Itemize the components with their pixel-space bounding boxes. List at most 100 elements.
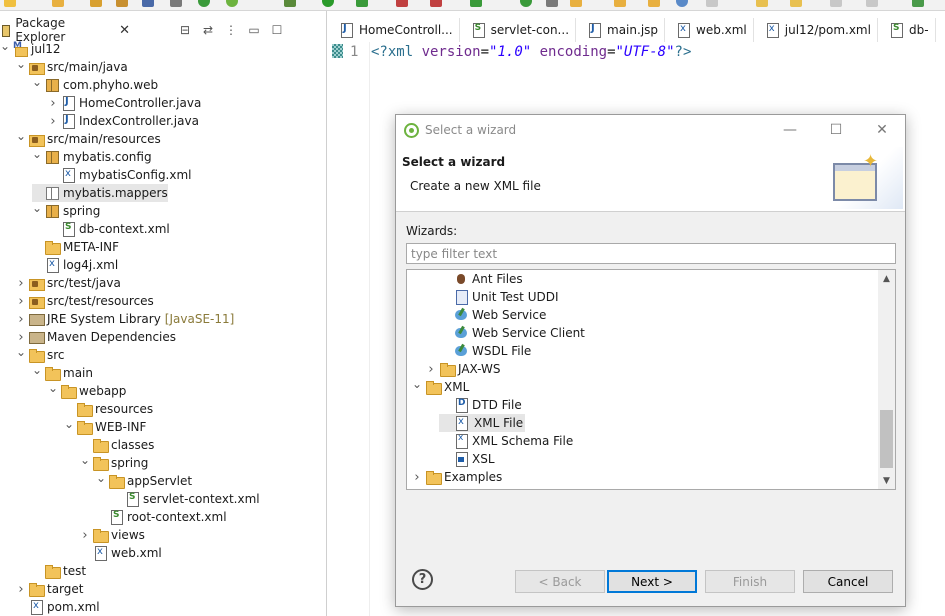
project-tree-item[interactable]: › target [16,580,84,598]
toolbar-icon[interactable] [226,0,238,7]
wizard-tree-item[interactable]: Unit Test UDDI [439,288,559,306]
back-button[interactable]: < Back [515,570,605,593]
project-tree-item[interactable]: ⌄ com.phyho.web [32,73,158,94]
chevron-down-icon[interactable]: ⌄ [96,469,106,487]
project-tree-item[interactable]: ⌄ main [32,363,93,382]
close-icon[interactable]: ✕ [119,23,130,38]
scrollbar-thumb[interactable] [880,410,893,468]
wizard-tree-item[interactable]: ⌄ XML [411,375,469,396]
chevron-down-icon[interactable]: ⌄ [16,55,26,73]
project-tree-item[interactable]: › HomeController.java [48,94,201,112]
toolbar-icon[interactable] [706,0,718,7]
chevron-down-icon[interactable]: ⌄ [0,37,10,55]
dialog-titlebar[interactable]: Select a wizard — ☐ ✕ [396,115,905,145]
project-tree-item[interactable]: web.xml [80,544,162,562]
wizard-tree-item[interactable]: Web Service [439,306,546,324]
project-tree-item[interactable]: root-context.xml [96,508,227,526]
project-tree-item[interactable]: servlet-context.xml [112,490,260,508]
chevron-right-icon[interactable]: › [425,360,437,378]
cancel-button[interactable]: Cancel [803,570,893,593]
toolbar-icon[interactable] [4,0,16,7]
toolbar-icon[interactable] [912,0,924,7]
wizard-tree-item[interactable]: WSDL File [439,342,531,360]
chevron-down-icon[interactable]: ⌄ [32,73,42,91]
minimize-icon[interactable]: ▭ [247,23,261,37]
toolbar-icon[interactable] [866,0,878,7]
project-tree-item[interactable]: ⌄ jul12 [0,37,61,58]
toolbar-icon[interactable] [648,0,660,7]
toolbar-icon[interactable] [142,0,154,7]
wizard-tree-item[interactable]: › JAX-WS [425,360,501,378]
project-tree-item[interactable]: pom.xml [16,598,100,616]
minimize-window-button[interactable]: — [767,115,813,145]
toolbar-icon[interactable] [614,0,626,7]
filter-input[interactable] [406,243,896,264]
chevron-down-icon[interactable]: ⌄ [32,145,42,163]
chevron-down-icon[interactable]: ⌄ [16,127,26,145]
project-tree-item[interactable]: ⌄ mybatis.config [32,145,152,166]
project-tree-item[interactable]: resources [64,400,153,418]
project-tree-item[interactable]: › src/test/java [16,274,121,292]
wizard-tree-item[interactable]: DTD File [439,396,522,414]
chevron-right-icon[interactable]: › [16,310,26,328]
project-tree-item[interactable]: mybatisConfig.xml [48,166,192,184]
project-tree-item[interactable]: mybatis.mappers [32,184,168,202]
stop-icon[interactable] [396,0,408,7]
maximize-window-button[interactable]: ☐ [813,115,859,145]
finish-button[interactable]: Finish [705,570,795,593]
toolbar-icon[interactable] [520,0,532,7]
next-button[interactable]: Next > [607,570,697,593]
toolbar-icon[interactable] [90,0,102,7]
chevron-right-icon[interactable]: › [80,526,90,544]
wizard-tree-item[interactable]: XML File [439,414,526,432]
editor-tab[interactable]: HomeControll... [328,18,460,42]
editor-tab[interactable]: jul12/pom.xml [754,18,878,42]
project-tree-item[interactable]: log4j.xml [32,256,118,274]
view-menu-icon[interactable]: ⋮ [224,23,238,37]
collapse-all-icon[interactable]: ⊟ [178,23,192,37]
toolbar-icon[interactable] [470,0,482,7]
package-explorer-tab[interactable]: Package Explorer ✕ [0,16,130,44]
project-tree-item[interactable]: › Maven Dependencies [16,328,176,346]
chevron-down-icon[interactable]: ⌄ [16,343,26,361]
toolbar-icon[interactable] [756,0,768,7]
link-editor-icon[interactable]: ⇄ [201,23,215,37]
toolbar-icon[interactable] [570,0,582,7]
editor-tab[interactable]: db- [878,18,936,42]
maximize-icon[interactable]: ☐ [270,23,284,37]
chevron-down-icon[interactable]: ⌄ [48,379,58,397]
project-tree-item[interactable]: ⌄ webapp [48,379,126,400]
run-icon[interactable] [322,0,334,7]
close-window-button[interactable]: ✕ [859,115,905,145]
wizard-tree-item[interactable]: Web Service Client [439,324,585,342]
toolbar-icon[interactable] [430,0,442,7]
chevron-right-icon[interactable]: › [48,112,58,130]
toolbar-icon[interactable] [790,0,802,7]
project-tree-item[interactable]: ⌄ WEB-INF [64,415,146,436]
project-tree-item[interactable]: › IndexController.java [48,112,199,130]
chevron-right-icon[interactable]: › [16,274,26,292]
wizard-tree-item[interactable]: Ant Files [439,270,523,288]
project-tree-item[interactable]: classes [80,436,154,454]
chevron-down-icon[interactable]: ⌄ [411,375,423,393]
toolbar-icon[interactable] [676,0,688,7]
project-tree-item[interactable]: › views [80,526,145,544]
wizard-tree-scrollbar[interactable]: ▲ ▼ [878,270,895,489]
project-tree-item[interactable]: › src/test/resources [16,292,154,310]
toolbar-icon[interactable] [356,0,368,7]
project-tree-item[interactable]: ⌄ spring [32,201,100,220]
toolbar-icon[interactable] [116,0,128,7]
wizard-tree-item[interactable]: › Examples [411,468,502,486]
scroll-up-icon[interactable]: ▲ [878,270,895,287]
chevron-down-icon[interactable]: ⌄ [80,451,90,469]
chevron-down-icon[interactable]: ⌄ [64,415,74,433]
toolbar-icon[interactable] [198,0,210,7]
chevron-right-icon[interactable]: › [16,580,26,598]
toolbar-icon[interactable] [546,0,558,7]
chevron-right-icon[interactable]: › [411,468,423,486]
project-tree-item[interactable]: ⌄ appServlet [96,469,192,490]
toolbar-icon[interactable] [170,0,182,7]
project-tree-item[interactable]: test [32,562,86,580]
scroll-down-icon[interactable]: ▼ [878,472,895,489]
help-button[interactable]: ? [412,569,433,590]
